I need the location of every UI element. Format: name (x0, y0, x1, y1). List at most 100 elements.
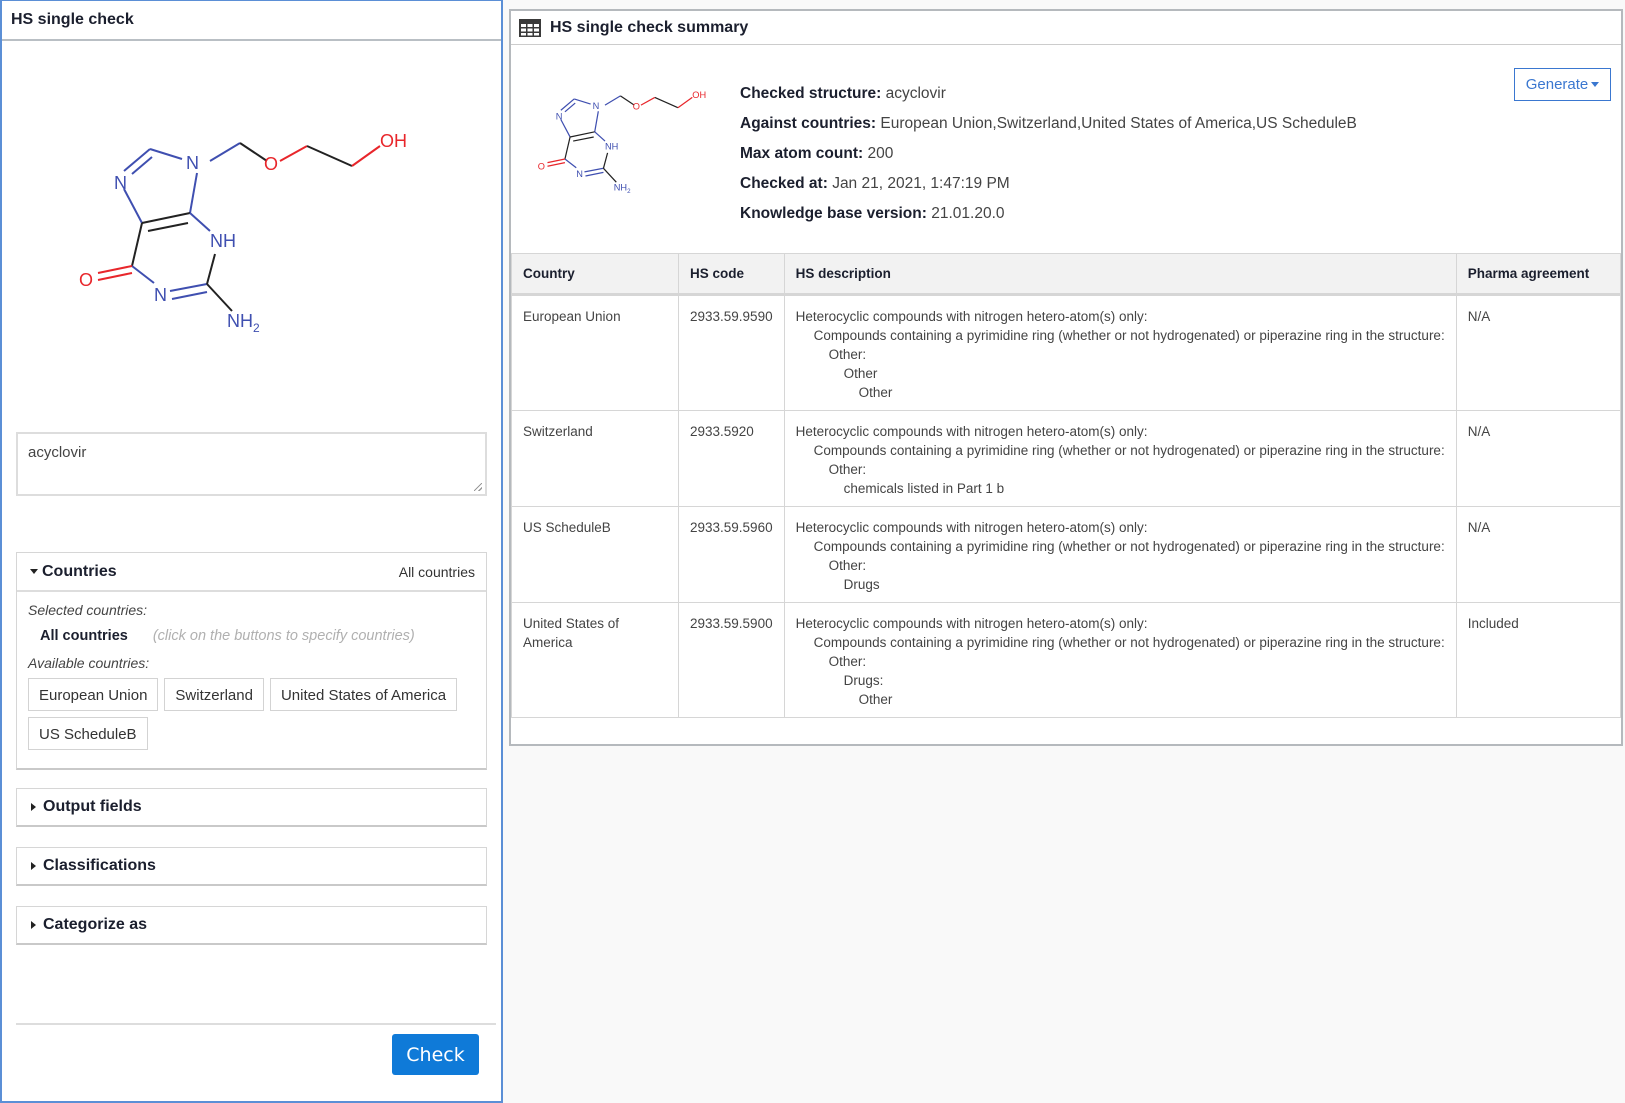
atom-label-o: O (79, 270, 93, 290)
caret-right-icon (31, 862, 36, 870)
summary-checked-structure: Checked structure: acyclovir (740, 85, 946, 102)
description-line: Other (843, 366, 878, 381)
cell-country: United States of America (511, 602, 679, 718)
bond (206, 253, 216, 285)
summary-panel-title: HS single check summary (550, 18, 749, 36)
description-line: Heterocyclic compounds with nitrogen het… (795, 309, 1148, 324)
caret-down-icon (30, 569, 38, 574)
description-line: Compounds containing a pyrimidine ring (… (813, 635, 1445, 650)
atom-label-n: N (154, 285, 167, 305)
country-button-european-union[interactable]: European Union (28, 678, 159, 711)
description-line: Compounds containing a pyrimidine ring (… (813, 328, 1445, 343)
atom-label-nh: NH (210, 231, 236, 251)
atom-label-nh: NH (605, 141, 618, 151)
caret-right-icon (31, 803, 36, 811)
atom-label-oh: OH (692, 90, 706, 100)
molecule-structure-drawing[interactable]: N N NH N NH 2 O O OH (62, 101, 432, 351)
bond (149, 148, 183, 160)
cell-pharma-agreement: N/A (1455, 294, 1622, 411)
resize-handle-icon[interactable] (474, 483, 482, 491)
bond (131, 265, 155, 284)
bond (239, 142, 268, 162)
cell-hs-description: Heterocyclic compounds with nitrogen het… (783, 602, 1457, 718)
description-line: Compounds containing a pyrimidine ring (… (813, 443, 1445, 458)
bond (97, 265, 133, 274)
bond (169, 283, 208, 292)
cell-pharma-agreement: N/A (1455, 506, 1622, 603)
atom-label-oh: OH (380, 131, 407, 151)
countries-section-title: Countries (42, 562, 117, 580)
description-line: Drugs (843, 577, 880, 592)
country-button-switzerland[interactable]: Switzerland (164, 678, 264, 711)
structure-name-input[interactable]: acyclovir (16, 432, 487, 496)
selected-countries-hint: (click on the buttons to specify countri… (152, 628, 415, 644)
caret-right-icon (31, 921, 36, 929)
bond (189, 212, 211, 232)
country-button-united-states[interactable]: United States of America (269, 678, 458, 711)
categorize-as-section[interactable]: Categorize as (16, 906, 487, 945)
bond (147, 222, 189, 232)
description-line: Heterocyclic compounds with nitrogen het… (795, 424, 1148, 439)
structure-name-value: acyclovir (28, 444, 87, 461)
description-line: Other: (828, 462, 867, 477)
atom-label-subscript: 2 (253, 321, 260, 335)
hs-results-table: Country HS code HS description Pharma ag… (511, 253, 1622, 718)
caret-down-icon (1591, 82, 1600, 87)
cell-country: European Union (511, 294, 679, 411)
atom-label-o: O (538, 161, 545, 171)
country-button-us-scheduleb[interactable]: US ScheduleB (28, 717, 148, 750)
column-header-hs-code[interactable]: HS code (678, 253, 785, 296)
selected-countries-value: All countries (40, 628, 128, 644)
summary-against-countries: Against countries: European Union,Switze… (740, 115, 1357, 132)
atom-label-n: N (114, 173, 127, 193)
bond (279, 145, 308, 162)
bond (131, 222, 143, 267)
countries-section-header[interactable]: Countries All countries (17, 553, 486, 592)
molecule-thumbnail: N N NH N NH 2 O O OH (538, 90, 706, 195)
classifications-section[interactable]: Classifications (16, 847, 487, 886)
bond (206, 283, 233, 312)
table-header-row: Country HS code HS description Pharma ag… (511, 253, 1622, 296)
atom-label-o: O (264, 154, 278, 174)
column-header-hs-description[interactable]: HS description (783, 253, 1457, 296)
panel-title: HS single check (2, 1, 501, 41)
table-row: United States of America 2933.59.5900 Hete… (511, 602, 1622, 718)
cell-hs-description: Heterocyclic compounds with nitrogen het… (783, 294, 1457, 411)
table-row: European Union 2933.59.9590 Heterocyclic c… (511, 294, 1622, 411)
hs-single-check-summary-panel: HS single check summary N N NH N NH 2 O … (509, 9, 1623, 746)
check-button[interactable]: Check (392, 1034, 479, 1075)
atom-label-o: O (633, 102, 640, 112)
output-fields-section[interactable]: Output fields (16, 788, 487, 827)
bond (141, 212, 191, 224)
cell-country: US ScheduleB (511, 506, 679, 603)
categorize-as-title: Categorize as (43, 916, 148, 933)
cell-hs-code: 2933.59.5960 (678, 506, 785, 603)
atom-label-nh2: NH (227, 311, 253, 331)
cell-pharma-agreement: Included (1455, 602, 1622, 718)
atom-label-n: N (593, 101, 600, 111)
bond (189, 172, 198, 214)
hs-single-check-panel: HS single check N N NH N NH 2 O O OH acy… (0, 0, 503, 1103)
atom-label-nh2: NH (614, 182, 627, 192)
description-line: Heterocyclic compounds with nitrogen het… (795, 520, 1148, 535)
description-line: Drugs: (843, 673, 884, 688)
divider (16, 1023, 496, 1025)
classifications-title: Classifications (43, 857, 156, 874)
available-countries-list: European Union Switzerland United States… (28, 678, 475, 750)
summary-checked-at: Checked at: Jan 21, 2021, 1:47:19 PM (740, 175, 1010, 192)
description-line: chemicals listed in Part 1 b (843, 481, 1005, 496)
bond (123, 188, 143, 224)
available-countries-label: Available countries: (28, 655, 150, 671)
column-header-country[interactable]: Country (511, 253, 679, 296)
generate-dropdown-button[interactable]: Generate (1514, 68, 1611, 101)
atom-label-n: N (556, 112, 563, 122)
table-grid-icon (519, 18, 541, 37)
table-row: Switzerland 2933.5920 Heterocyclic compoun… (511, 410, 1622, 507)
description-line: Other (858, 385, 893, 400)
cell-hs-code: 2933.59.9590 (678, 294, 785, 411)
bond (97, 272, 133, 281)
summary-kb-version: Knowledge base version: 21.01.20.0 (740, 205, 1005, 222)
cell-hs-code: 2933.5920 (678, 410, 785, 507)
column-header-pharma-agreement[interactable]: Pharma agreement (1455, 253, 1622, 296)
bond (209, 142, 241, 162)
